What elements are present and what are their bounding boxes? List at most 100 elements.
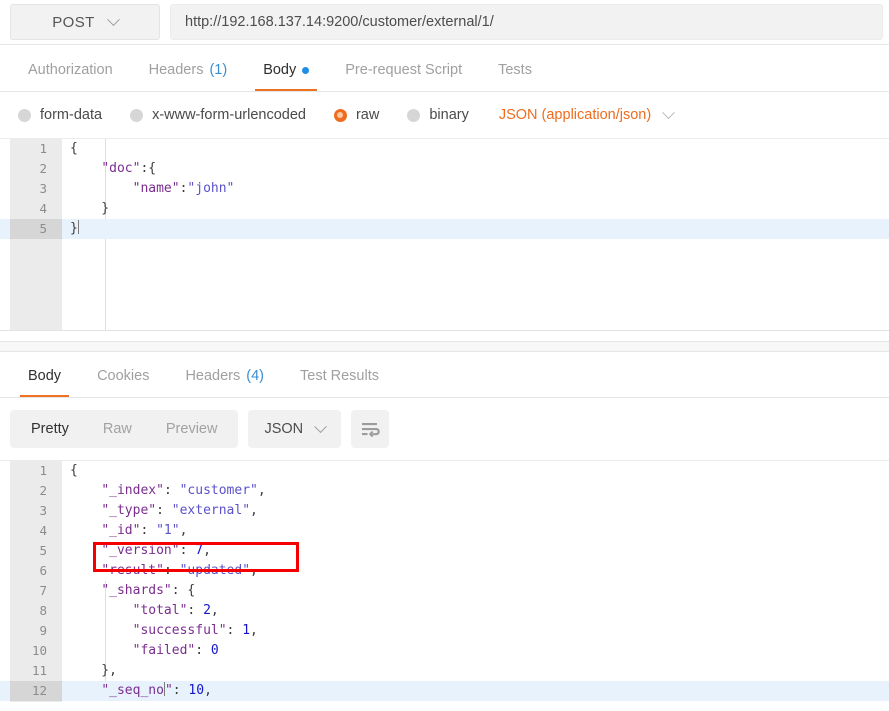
code-line-active[interactable]: 5 }	[0, 219, 889, 239]
request-url-text: http://192.168.137.14:9200/customer/exte…	[185, 14, 494, 30]
response-tab-headers[interactable]: Headers (4)	[167, 368, 282, 397]
line-text: "_type": "external",	[101, 503, 258, 518]
response-tab-cookies[interactable]: Cookies	[79, 368, 167, 397]
code-line[interactable]: 3 "_type": "external",	[0, 501, 889, 521]
view-mode-preview[interactable]: Preview	[149, 410, 235, 448]
line-number[interactable]: 9	[10, 621, 62, 641]
line-number[interactable]: 5	[10, 541, 62, 561]
radio-icon	[18, 108, 31, 122]
content-type-label: JSON (application/json)	[498, 107, 652, 123]
tab-label: Headers	[148, 62, 204, 78]
line-number[interactable]: 13	[10, 701, 62, 702]
code-line[interactable]: 1 {	[0, 139, 889, 159]
line-number[interactable]: 11	[10, 661, 62, 681]
tab-label: Headers	[185, 368, 241, 384]
view-mode-raw[interactable]: Raw	[86, 410, 149, 448]
tab-count: (4)	[246, 368, 264, 384]
code-line[interactable]: 2 "doc":{	[0, 159, 889, 179]
line-number[interactable]: 10	[10, 641, 62, 661]
code-line[interactable]: 13 "_primary_term": 1	[0, 701, 889, 702]
tab-label: Body	[28, 368, 62, 384]
response-body-editor[interactable]: 1 { 2 "_index": "customer", 3 "_type": "…	[0, 460, 889, 702]
line-text: "name":"john"	[132, 181, 235, 196]
line-number[interactable]: 12	[10, 681, 62, 701]
line-number[interactable]: 4	[10, 521, 62, 541]
body-type-selector: form-data x-www-form-urlencoded raw bina…	[0, 92, 889, 139]
code-line[interactable]: 7 "_shards": {	[0, 581, 889, 601]
body-type-binary[interactable]: binary	[407, 107, 469, 123]
code-line[interactable]: 8 "total": 2,	[0, 601, 889, 621]
line-text: "_version": 7,	[101, 543, 211, 558]
postman-window: POST http://192.168.137.14:9200/customer…	[0, 0, 889, 711]
code-line[interactable]: 2 "_index": "customer",	[0, 481, 889, 501]
word-wrap-toggle-button[interactable]	[351, 410, 390, 448]
code-line[interactable]: 10 "failed": 0	[0, 641, 889, 661]
tab-label: Body	[263, 62, 297, 78]
line-number[interactable]: 3	[10, 179, 62, 199]
tab-pre-request-script[interactable]: Pre-request Script	[327, 62, 480, 91]
line-number[interactable]: 3	[10, 501, 62, 521]
content-type-select[interactable]: JSON (application/json)	[498, 105, 676, 123]
request-body-editor[interactable]: 1 { 2 "doc":{ 3 "name":"john" 4 } 5 }	[0, 139, 889, 331]
code-line[interactable]: 3 "name":"john"	[0, 179, 889, 199]
line-number[interactable]: 6	[10, 561, 62, 581]
tab-count: (1)	[209, 62, 228, 78]
line-number[interactable]: 1	[10, 139, 62, 159]
response-view-mode-group: Pretty Raw Preview	[10, 410, 239, 448]
code-line[interactable]: 4 }	[0, 199, 889, 219]
response-tab-body[interactable]: Body	[10, 368, 79, 397]
body-type-raw[interactable]: raw	[333, 107, 379, 123]
chevron-down-icon	[662, 105, 676, 119]
code-line-active[interactable]: 12 "_seq_no": 10,	[0, 681, 889, 701]
tab-label: Pre-request Script	[345, 62, 463, 78]
tab-tests[interactable]: Tests	[480, 62, 550, 91]
line-text: "doc":{	[101, 161, 157, 176]
body-type-form-data[interactable]: form-data	[18, 107, 102, 123]
body-type-label: binary	[429, 107, 469, 123]
http-method-select[interactable]: POST	[10, 4, 160, 40]
line-number[interactable]: 5	[10, 219, 62, 239]
request-tab-bar: Authorization Headers (1) Body Pre-reque…	[0, 45, 889, 92]
line-text: "_primary_term": 1	[62, 701, 242, 702]
line-number[interactable]: 7	[10, 581, 62, 601]
response-toolbar: Pretty Raw Preview JSON	[0, 398, 889, 460]
line-text: }	[70, 220, 79, 236]
line-number[interactable]: 2	[10, 481, 62, 501]
code-line-result[interactable]: 6 "result": "updated",	[0, 561, 889, 581]
line-text: "_index": "customer",	[101, 483, 266, 498]
line-text: "result": "updated",	[101, 563, 258, 578]
line-text: }	[70, 201, 110, 216]
code-line[interactable]: 9 "successful": 1,	[0, 621, 889, 641]
tab-headers[interactable]: Headers (1)	[131, 62, 246, 91]
line-text: "_id": "1",	[101, 523, 188, 538]
radio-icon	[130, 108, 144, 122]
body-type-urlencoded[interactable]: x-www-form-urlencoded	[130, 107, 306, 123]
radio-selected-icon	[333, 108, 347, 122]
view-mode-pretty[interactable]: Pretty	[14, 410, 86, 448]
line-number[interactable]: 4	[10, 199, 62, 219]
code-line[interactable]: 5 "_version": 7,	[0, 541, 889, 561]
line-text: {	[70, 141, 78, 156]
request-url-bar: POST http://192.168.137.14:9200/customer…	[0, 0, 889, 45]
request-url-input[interactable]: http://192.168.137.14:9200/customer/exte…	[170, 4, 883, 40]
line-number[interactable]: 2	[10, 159, 62, 179]
chevron-down-icon	[106, 12, 120, 26]
response-format-select[interactable]: JSON	[248, 410, 342, 448]
response-tab-test-results[interactable]: Test Results	[282, 368, 397, 397]
line-text: "_shards": {	[101, 583, 196, 598]
response-tab-bar: Body Cookies Headers (4) Test Results	[0, 352, 889, 398]
line-text: "_seq_no": 10,	[101, 682, 212, 698]
code-line[interactable]: 11 },	[0, 661, 889, 681]
body-type-label: form-data	[40, 107, 103, 123]
tab-authorization[interactable]: Authorization	[10, 62, 131, 91]
line-text: {	[70, 463, 78, 478]
panel-splitter[interactable]	[0, 341, 889, 352]
line-number[interactable]: 1	[10, 461, 62, 481]
word-wrap-icon	[361, 422, 380, 437]
tab-body[interactable]: Body	[245, 62, 327, 91]
response-format-label: JSON	[264, 421, 304, 437]
line-number[interactable]: 8	[10, 601, 62, 621]
body-type-label: x-www-form-urlencoded	[152, 107, 306, 123]
code-line[interactable]: 4 "_id": "1",	[0, 521, 889, 541]
code-line[interactable]: 1 {	[0, 461, 889, 481]
